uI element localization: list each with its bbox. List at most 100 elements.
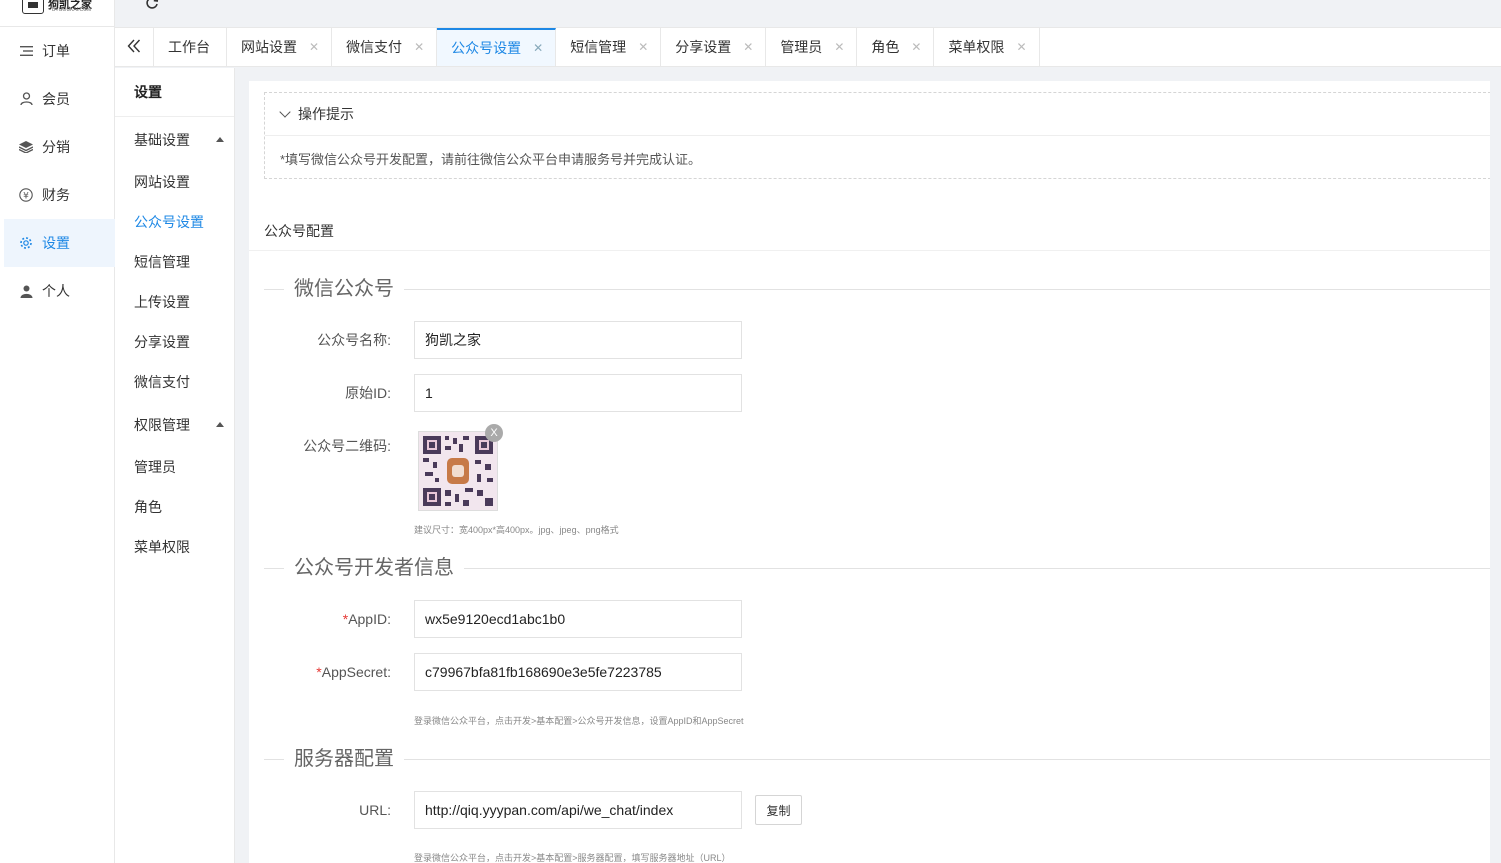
collapse-sidebar-button[interactable] [115,28,154,66]
field-label: *AppSecret: [249,664,391,680]
content-panel: 操作提示 *填写微信公众号开发配置，请前往微信公众平台申请服务号并完成认证。 公… [249,81,1501,863]
tab-label: 短信管理 [570,39,627,55]
refresh-icon[interactable] [145,0,159,10]
qr-code-image[interactable] [418,431,498,511]
logo-mark-icon [22,0,44,14]
sub-item-wechat-pay[interactable]: 微信支付 [115,362,234,402]
fieldset-legend: 微信公众号 [284,277,404,301]
sub-group-label: 基础设置 [134,131,190,148]
main-menu-label: 财务 [42,187,70,203]
delete-qr-button[interactable]: X [485,424,503,442]
tips-header[interactable]: 操作提示 [265,93,1501,136]
tab-administrators[interactable]: 管理员 ✕ [766,28,858,66]
field-label-text: AppSecret: [321,664,391,680]
sub-item-sms-management[interactable]: 短信管理 [115,242,234,282]
person-icon [18,283,34,299]
close-icon[interactable]: ✕ [1016,40,1026,54]
tab-menu-permissions[interactable]: 菜单权限 ✕ [934,28,1040,66]
tab-label: 微信支付 [346,39,403,55]
original-id-input[interactable]: 1 [414,374,742,412]
yen-circle-icon: ¥ [18,187,34,203]
sub-item-share-settings[interactable]: 分享设置 [115,322,234,362]
main-menu-label: 会员 [42,91,70,107]
tips-box: 操作提示 *填写微信公众号开发配置，请前往微信公众平台申请服务号并完成认证。 [264,92,1501,179]
main-menu-label: 设置 [42,235,70,251]
sub-item-menu-permissions[interactable]: 菜单权限 [115,527,234,567]
sub-item-official-account-settings[interactable]: 公众号设置 [115,202,234,242]
main-menu-item-personal[interactable]: 个人 [4,267,115,315]
sub-item-upload-settings[interactable]: 上传设置 [115,282,234,322]
tab-share-settings[interactable]: 分享设置 ✕ [661,28,767,66]
close-icon[interactable]: ✕ [743,40,753,54]
sub-item-roles[interactable]: 角色 [115,487,234,527]
tab-label: 菜单权限 [948,39,1005,55]
form-row-qr-code: 公众号二维码: [249,427,1049,465]
fieldset-line [264,289,1501,290]
settings-sidebar: 设置 基础设置 网站设置 公众号设置 短信管理 上传设置 分享设置 微信支付 权… [115,68,235,863]
section-title: 公众号配置 [264,223,334,239]
sub-group-permission-management[interactable]: 权限管理 [115,402,234,447]
main-menu-label: 个人 [42,283,70,299]
field-label: 原始ID: [345,385,391,401]
field-label-text: AppID: [348,611,391,627]
tab-workbench[interactable]: 工作台 [154,28,227,66]
main-menu-item-members[interactable]: 会员 [4,75,115,123]
main-menu-label: 分销 [42,139,70,155]
tab-label: 公众号设置 [451,40,522,56]
main-menu-item-distribution[interactable]: 分销 [4,123,115,171]
chevron-down-icon [279,106,291,118]
appid-input[interactable]: wx5e9120ecd1abc1b0 [414,600,742,638]
tab-label: 管理员 [780,39,823,55]
tab-sms-management[interactable]: 短信管理 ✕ [556,28,662,66]
layers-icon [18,139,34,155]
gear-icon [18,235,34,251]
account-name-input[interactable]: 狗凯之家 [414,321,742,359]
sub-group-basic-settings[interactable]: 基础设置 [115,117,234,162]
close-icon[interactable]: ✕ [834,40,844,54]
tab-website-settings[interactable]: 网站设置 ✕ [227,28,333,66]
tab-label: 工作台 [168,39,210,55]
main-menu-item-settings[interactable]: 设置 [4,219,115,267]
field-label: URL: [359,802,391,818]
main-menu-label: 订单 [42,43,70,59]
close-icon[interactable]: ✕ [309,40,319,54]
qr-hint: 建议尺寸：宽400px*高400px。jpg、jpeg、png格式 [414,525,619,535]
close-icon[interactable]: ✕ [533,41,543,55]
close-icon[interactable]: ✕ [911,40,921,54]
copy-button[interactable]: 复制 [755,795,802,825]
tips-title: 操作提示 [298,106,354,122]
main-sidebar: 狗凯之家 BYGOUKAI.COM 订单 会员 分销 ¥ 财务 设置 个人 [0,0,115,863]
tab-official-account-settings[interactable]: 公众号设置 ✕ [437,28,557,66]
sub-item-administrators[interactable]: 管理员 [115,447,234,487]
section-divider [249,250,1501,251]
appsecret-input[interactable]: c79967bfa81fb168690e3e5fe7223785 [414,653,742,691]
double-chevron-left-icon [127,37,141,58]
url-input[interactable]: http://qiq.yyypan.com/api/we_chat/index [414,791,742,829]
fieldset-developer-info: 公众号开发者信息 [264,556,1501,580]
fieldset-server-config: 服务器配置 [264,747,1501,771]
tips-body: *填写微信公众号开发配置，请前往微信公众平台申请服务号并完成认证。 [280,152,702,167]
caret-up-icon [216,422,224,427]
logo-subtext: BYGOUKAI.COM [52,7,92,13]
main-menu-item-finance[interactable]: ¥ 财务 [4,171,115,219]
tab-roles[interactable]: 角色 ✕ [857,28,935,66]
main-menu: 订单 会员 分销 ¥ 财务 设置 个人 [4,27,115,315]
sub-item-website-settings[interactable]: 网站设置 [115,162,234,202]
field-label: *AppID: [249,611,391,627]
close-icon[interactable]: ✕ [638,40,648,54]
fieldset-legend: 公众号开发者信息 [284,556,464,580]
caret-up-icon [216,137,224,142]
tab-wechat-pay[interactable]: 微信支付 ✕ [332,28,438,66]
form-row-appid: *AppID: wx5e9120ecd1abc1b0 [249,600,1049,638]
fieldset-legend: 服务器配置 [284,747,404,771]
main-menu-item-orders[interactable]: 订单 [4,27,115,75]
fieldset-wechat-official-account: 微信公众号 [264,277,1501,301]
sub-group-label: 权限管理 [134,416,190,433]
tab-label: 分享设置 [675,39,732,55]
tab-bar: 工作台 网站设置 ✕ 微信支付 ✕ 公众号设置 ✕ 短信管理 ✕ 分享设置 ✕ … [115,27,1501,67]
field-label: 公众号二维码: [303,438,391,454]
form-row-url: URL: http://qiq.yyypan.com/api/we_chat/i… [249,791,1049,829]
svg-text:¥: ¥ [23,191,29,201]
close-icon[interactable]: ✕ [414,40,424,54]
logo[interactable]: 狗凯之家 BYGOUKAI.COM [22,0,100,16]
